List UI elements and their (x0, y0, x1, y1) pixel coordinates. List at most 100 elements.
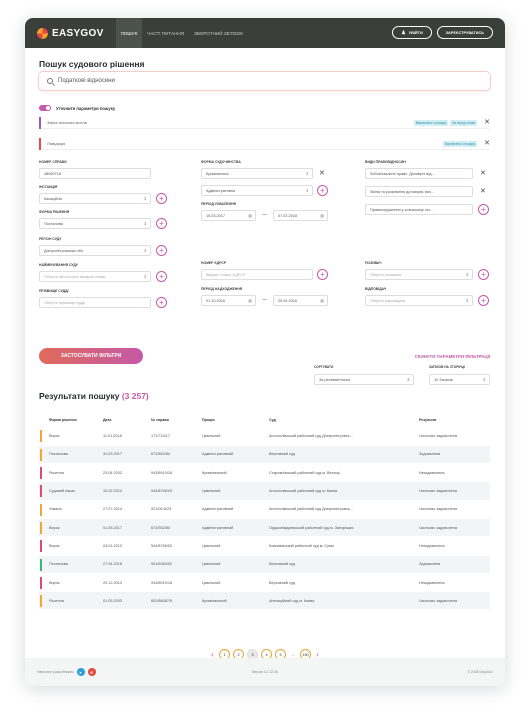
nav-feedback[interactable]: ЗВОРОТНИЙ ЗВ'ЯЗОК (189, 18, 248, 48)
register-button[interactable]: ЗАРЕЄСТРУВАТИСЬ (436, 26, 493, 39)
table-row[interactable]: Вирок 01.05.2017 672/552/84 Адміністративни… (39, 518, 490, 538)
edrsr-input[interactable]: Введіть номер ЄДРСР (201, 269, 313, 280)
chip-tag[interactable]: Хв серед слова (450, 119, 478, 126)
receipt-from-input[interactable]: 01.10.2016 ▦ (201, 295, 256, 306)
close-icon[interactable]: ✕ (484, 119, 490, 126)
search-input[interactable]: Податкові відносини (39, 72, 490, 90)
table-cell: Частково задоволена (419, 518, 490, 538)
add-icon[interactable]: + (478, 295, 489, 306)
table-cell: Адміністративний (202, 518, 269, 538)
column-header[interactable]: Дата (103, 412, 151, 427)
review-to-input[interactable]: 07.02.2018 ▦ (273, 210, 328, 221)
court-region-value: Дніпропетровська обл. (44, 248, 84, 253)
close-icon[interactable]: ✕ (484, 140, 490, 147)
add-icon[interactable]: + (317, 185, 328, 196)
column-header[interactable]: № справи (151, 412, 202, 427)
proc-form-select[interactable]: Адміністративна ⇕ (201, 185, 313, 196)
cell-text: Вирок (49, 525, 60, 530)
login-button[interactable]: ♟ УВІЙТИ (392, 26, 432, 39)
table-row[interactable]: Постанова 27.04.2018 901/6364/02 Цивільний В… (39, 555, 490, 574)
table-cell: 19.02.2014 (103, 481, 151, 501)
add-icon[interactable]: + (156, 271, 167, 282)
table-cell: Старокиївський районний суд м. Вінниці (269, 463, 419, 483)
table-cell: Незадоволена (419, 573, 490, 593)
reset-filters-button[interactable]: СКИНУТИ ПАРАМЕТРИ ФІЛЬТРАЦІЇ (415, 354, 490, 359)
row-status-marker (40, 521, 42, 534)
table-cell: 943/8910/18 (151, 463, 202, 483)
table-cell: Орджонікідзевський районний суд м. Запор… (269, 518, 419, 538)
table-cell: 544/8766/03 (151, 481, 202, 501)
per-page-select[interactable]: 10 Записів ⇕ (429, 374, 490, 385)
nav-search[interactable]: ПОШУК (115, 18, 143, 48)
add-icon[interactable]: + (156, 218, 167, 229)
case-no-input[interactable]: 48060718 (39, 168, 151, 179)
chip-marker (39, 116, 41, 129)
page-title: Пошук судового рішення (39, 59, 145, 69)
column-header[interactable]: Результат (419, 412, 490, 427)
table-row[interactable]: Вирок 03.01.2010 544/8766/03 Цивільний Ковпа… (39, 536, 490, 556)
review-from-input[interactable]: 15.03.2017 ▦ (201, 210, 256, 221)
add-icon[interactable]: + (317, 269, 328, 280)
table-row[interactable]: Рішення 23.04.2002 943/8910/18 Кримінальний… (39, 463, 490, 483)
column-header[interactable]: Суд (269, 412, 419, 427)
add-icon[interactable]: + (478, 269, 489, 280)
table-row[interactable]: Рішення 01.05.2003 802/88087/5 Кримінальний… (39, 591, 490, 611)
add-icon[interactable]: + (156, 193, 167, 204)
chip-tag[interactable]: Виключено з пошуку (442, 140, 478, 147)
legal-type-item[interactable]: Зобов'язальне право. Договірні від... (365, 168, 473, 179)
table-cell: 802/88087/5 (151, 591, 202, 611)
court-region-select[interactable]: Дніпропетровська обл. ⇕ (39, 245, 151, 256)
sort-label: СОРТУВАТИ (314, 365, 334, 369)
close-icon[interactable]: ✕ (480, 188, 486, 195)
table-row[interactable]: Вирок 20.12.2013 943/8910/18 Цивільний Верхо… (39, 573, 490, 593)
table-row[interactable]: Вирок 11.01.2018 171/724/17 Цивільний Апосто… (39, 427, 490, 446)
add-icon[interactable]: + (478, 204, 489, 215)
row-status-marker (40, 467, 42, 480)
cell-text: Постанова (49, 452, 68, 457)
plaintiff-select[interactable]: Оберіть позивача ⇕ (365, 269, 473, 280)
table-row[interactable]: Постанова 31.03.2017 672/552/84 Адміністрат… (39, 445, 490, 465)
court-region-label: РЕГІОН СУДУ (39, 237, 62, 241)
table-row[interactable]: Ухвала 27.07.2014 921/00-6/23 Адміністратив… (39, 500, 490, 519)
table-cell: Адміністративний (202, 500, 269, 519)
chip-tag[interactable]: Виключено з пошуку (413, 119, 449, 126)
table-cell: 03.01.2010 (103, 536, 151, 556)
telegram-icon[interactable]: ➤ (76, 668, 85, 676)
table-cell: 01.05.2003 (103, 591, 151, 611)
table-cell: Ухвала (39, 500, 103, 519)
receipt-to-input[interactable]: 20.04.2016 ▦ (273, 295, 328, 306)
proc-form-select[interactable]: Кримінальна ⇕ (201, 168, 313, 179)
apply-filters-button[interactable]: ЗАСТОСУВАТИ ФІЛЬТРИ (39, 348, 143, 364)
refine-toggle[interactable] (39, 105, 51, 111)
close-icon[interactable]: ✕ (319, 170, 325, 177)
table-cell: Постанова (39, 445, 103, 465)
legal-type-item[interactable]: Зміна та розірвання договорів, виз... (365, 186, 473, 197)
column-header[interactable]: Форма рішення (39, 412, 103, 427)
legal-type-item[interactable]: Правопорушення у сільському гос... (365, 204, 473, 215)
instance-select[interactable]: Касаційна ⇕ (39, 193, 151, 204)
table-row[interactable]: Судовий наказ 19.02.2014 544/8766/03 Цивіль… (39, 481, 490, 501)
table-cell: Апостолівський районний суд Дніпропетров… (269, 427, 419, 446)
nav-faq[interactable]: ЧАСТІ ПИТАННЯ (142, 18, 189, 48)
defendant-select[interactable]: Оберіть відповідача ⇕ (365, 295, 473, 306)
defendant-placeholder: Оберіть відповідача (370, 298, 406, 303)
row-status-marker (40, 558, 42, 571)
cell-text: Вирок (49, 580, 60, 585)
column-header[interactable]: Процес (202, 412, 269, 427)
sort-select[interactable]: За релевантністю ⇕ (314, 374, 414, 385)
select-arrows-icon: ⇕ (465, 298, 469, 303)
close-icon[interactable]: ✕ (480, 170, 486, 177)
cell-text: Вирок (49, 543, 60, 548)
proc-form-value: Адміністративна (206, 188, 236, 193)
select-arrows-icon: ⇕ (143, 248, 147, 253)
review-from-value: 15.03.2017 (206, 213, 226, 218)
mail-icon[interactable]: ✉ (87, 668, 96, 676)
court-name-select[interactable]: Оберіть або почніть вводити назву... ⇕ (39, 271, 151, 282)
proc-form-value: Кримінальна (206, 171, 229, 176)
add-icon[interactable]: + (156, 245, 167, 256)
add-icon[interactable]: + (156, 297, 167, 308)
logo[interactable]: EASYGOV (37, 27, 104, 39)
judge-input[interactable]: Оберіть прізвище судді (39, 297, 151, 308)
table-cell: Кримінальний (202, 591, 269, 611)
decision-form-select[interactable]: Постанова ⇕ (39, 218, 151, 229)
